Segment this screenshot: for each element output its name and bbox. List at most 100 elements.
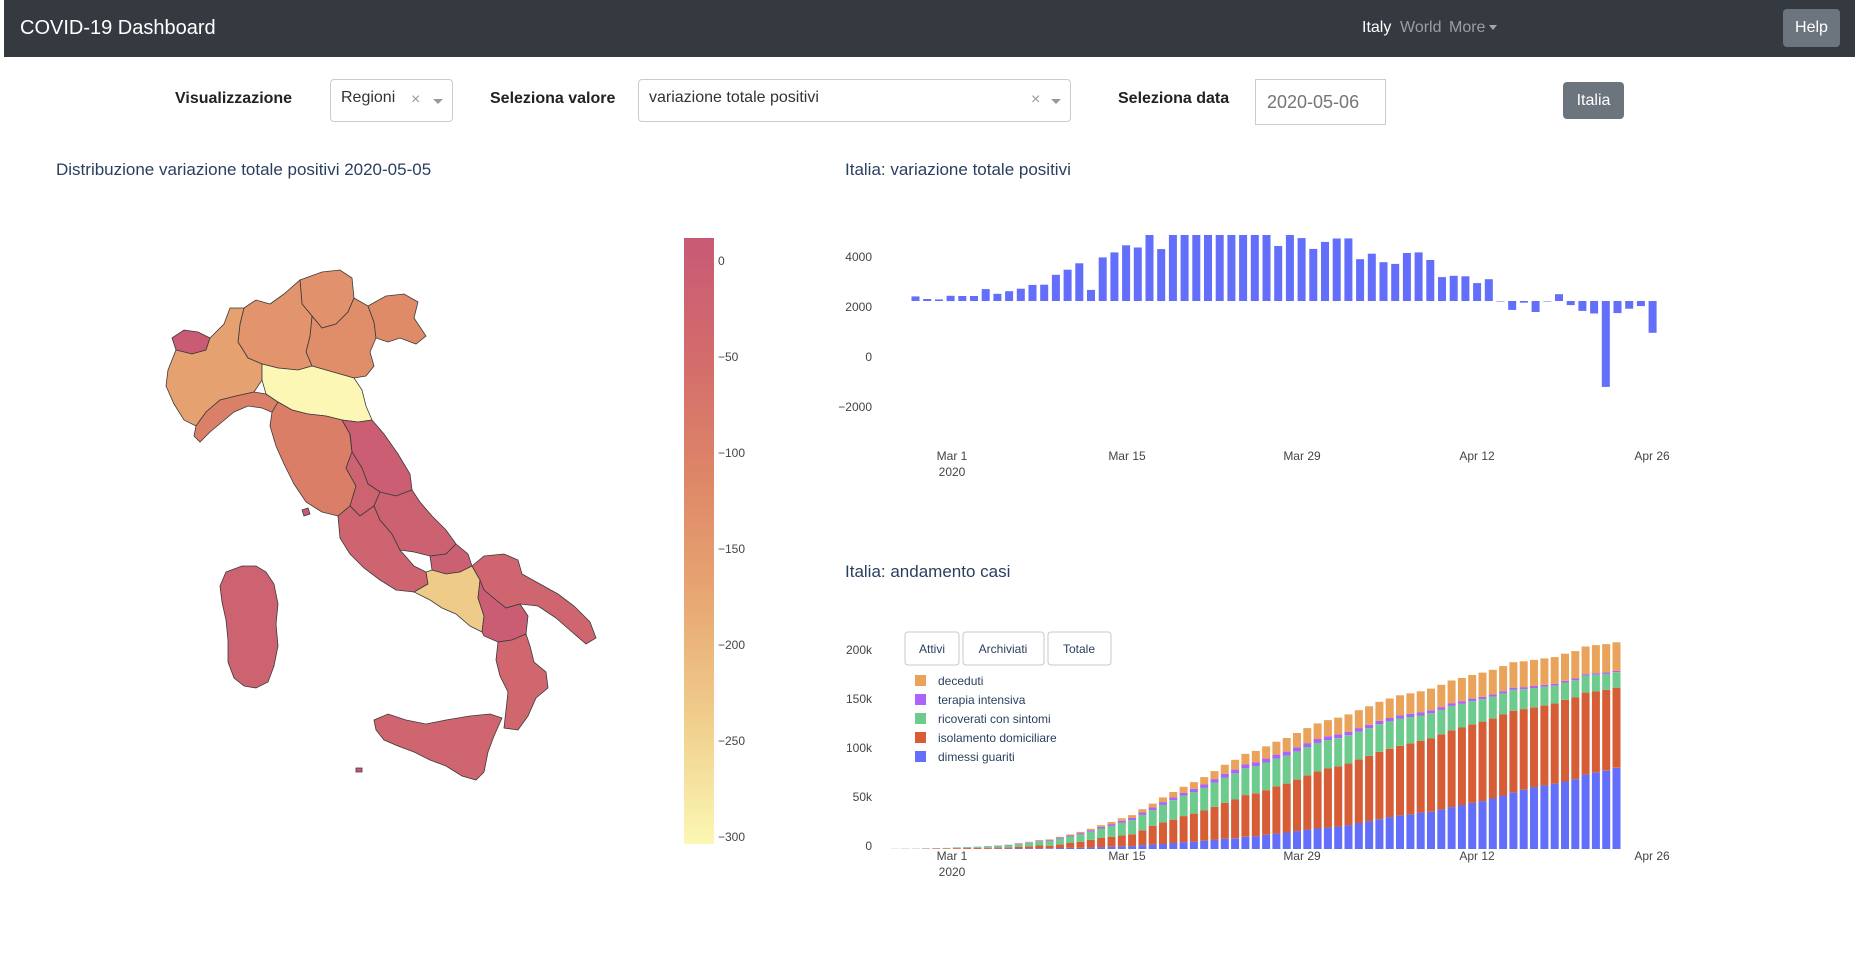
stacked-bar-segment[interactable] <box>1375 819 1384 849</box>
stacked-bar-segment[interactable] <box>1004 845 1013 848</box>
stacked-bar-segment[interactable] <box>1014 848 1023 850</box>
stacked-bar-segment[interactable] <box>1530 687 1538 708</box>
stacked-bar-segment[interactable] <box>1282 755 1291 784</box>
stacked-bar-segment[interactable] <box>1107 824 1116 826</box>
stacked-bar-segment[interactable] <box>1148 810 1157 826</box>
stacked-bar-segment[interactable] <box>1179 816 1188 843</box>
stacked-bar-segment[interactable] <box>1086 839 1095 848</box>
stacked-bar-segment[interactable] <box>1303 728 1312 744</box>
legend-label[interactable]: isolamento domiciliare <box>938 731 1057 745</box>
nav-more-dropdown[interactable]: More <box>1449 19 1498 37</box>
stacked-bar-segment[interactable] <box>1519 709 1528 790</box>
stacked-bar-segment[interactable] <box>1128 815 1137 818</box>
nav-link-italy[interactable]: Italy <box>1362 19 1391 37</box>
stacked-bar-segment[interactable] <box>1251 750 1260 763</box>
stacked-bar-segment[interactable] <box>1025 846 1033 849</box>
stacked-bar-segment[interactable] <box>1323 768 1332 828</box>
stacked-bar-segment[interactable] <box>1055 838 1064 845</box>
stacked-bar-segment[interactable] <box>1293 751 1301 780</box>
stacked-bar-segment[interactable] <box>1612 767 1621 849</box>
bar[interactable] <box>923 299 932 301</box>
bar[interactable] <box>970 296 978 301</box>
stacked-bar-segment[interactable] <box>1478 699 1487 722</box>
stacked-bar-segment[interactable] <box>1457 805 1466 849</box>
stacked-bar-segment[interactable] <box>1159 797 1167 803</box>
app-brand[interactable]: COVID-19 Dashboard <box>20 17 216 40</box>
stacked-bar-segment[interactable] <box>1117 820 1126 823</box>
legend-label[interactable]: dimessi guariti <box>938 750 1015 764</box>
stacked-bar-segment[interactable] <box>983 846 992 848</box>
stacked-bar-segment[interactable] <box>1025 842 1033 847</box>
stacked-bar-segment[interactable] <box>1385 817 1394 849</box>
stacked-bar-segment[interactable] <box>1076 831 1085 834</box>
stacked-bar-segment[interactable] <box>1076 833 1085 835</box>
bar[interactable] <box>1133 247 1142 302</box>
stacked-bar-segment[interactable] <box>1334 734 1343 739</box>
totale-button[interactable]: Totale <box>1047 631 1112 666</box>
stacked-bar-segment[interactable] <box>1499 693 1508 715</box>
stacked-bar-segment[interactable] <box>1375 751 1384 820</box>
bar[interactable] <box>1402 253 1411 301</box>
stacked-bar-segment[interactable] <box>1365 706 1374 725</box>
stacked-bar-segment[interactable] <box>1210 782 1219 807</box>
bar[interactable] <box>946 295 955 302</box>
stacked-bar-segment[interactable] <box>1334 717 1343 735</box>
bar[interactable] <box>1555 294 1563 301</box>
stacked-bar-segment[interactable] <box>1437 707 1446 710</box>
stacked-bar-segment[interactable] <box>1159 844 1167 849</box>
stacked-bar-segment[interactable] <box>1416 812 1425 849</box>
stacked-bar-segment[interactable] <box>1189 792 1198 814</box>
stacked-bar-segment[interactable] <box>1509 792 1518 849</box>
stacked-bar-segment[interactable] <box>1365 755 1374 822</box>
stacked-bar-segment[interactable] <box>1045 839 1054 841</box>
stacked-bar-segment[interactable] <box>1293 779 1301 832</box>
stacked-bar-segment[interactable] <box>1416 712 1425 716</box>
stacked-bar-segment[interactable] <box>1468 701 1477 725</box>
region-sicilia[interactable] <box>373 713 503 781</box>
stacked-bar-segment[interactable] <box>1499 666 1508 692</box>
bar[interactable] <box>1496 301 1505 302</box>
legend-label[interactable]: ricoverati con sintomi <box>938 712 1051 726</box>
stacked-bar-segment[interactable] <box>1220 777 1229 803</box>
stacked-bar-segment[interactable] <box>963 847 972 848</box>
stacked-bar-segment[interactable] <box>1478 696 1487 700</box>
stacked-bar-segment[interactable] <box>1200 787 1209 811</box>
stacked-bar-segment[interactable] <box>1066 835 1075 837</box>
stacked-bar-segment[interactable] <box>1313 723 1322 739</box>
stacked-bar-segment[interactable] <box>1602 672 1611 674</box>
stacked-bar-segment[interactable] <box>1550 683 1559 686</box>
bar[interactable] <box>1122 245 1131 301</box>
stacked-bar-segment[interactable] <box>1344 735 1353 764</box>
stacked-bar-segment[interactable] <box>1612 687 1621 768</box>
bar[interactable] <box>1379 262 1388 301</box>
stacked-bar-segment[interactable] <box>1313 771 1322 829</box>
bar[interactable] <box>1613 301 1622 314</box>
stacked-bar-segment[interactable] <box>1066 836 1075 844</box>
stacked-bar-segment[interactable] <box>1117 835 1126 847</box>
stacked-bar-segment[interactable] <box>1293 747 1301 752</box>
stacked-bar-segment[interactable] <box>1354 823 1363 849</box>
stacked-bar-segment[interactable] <box>1313 742 1322 772</box>
bar[interactable] <box>1590 301 1599 314</box>
bar[interactable] <box>1367 253 1376 301</box>
stacked-bar-segment[interactable] <box>1179 795 1188 817</box>
stacked-bar-segment[interactable] <box>1148 807 1157 811</box>
stacked-bar-segment[interactable] <box>1540 686 1549 706</box>
stacked-bar-segment[interactable] <box>1262 834 1271 849</box>
stacked-bar-segment[interactable] <box>1138 809 1147 813</box>
stacked-bar-segment[interactable] <box>1241 795 1250 837</box>
stacked-bar-segment[interactable] <box>1334 826 1343 849</box>
bar[interactable] <box>1180 235 1189 301</box>
stacked-bar-segment[interactable] <box>1272 786 1281 834</box>
stacked-bar-segment[interactable] <box>1488 718 1497 799</box>
stacked-bar-segment[interactable] <box>1530 686 1538 688</box>
stacked-bar-segment[interactable] <box>1561 781 1569 849</box>
stacked-bar-segment[interactable] <box>1303 775 1312 830</box>
stacked-bar-segment[interactable] <box>1416 691 1425 713</box>
stacked-bar-segment[interactable] <box>1004 844 1013 846</box>
stacked-bar-segment[interactable] <box>1055 844 1064 848</box>
bar[interactable] <box>993 293 1002 301</box>
bar[interactable] <box>1625 301 1634 309</box>
stacked-bar-segment[interactable] <box>1148 844 1157 849</box>
stacked-bar-segment[interactable] <box>1334 738 1343 767</box>
